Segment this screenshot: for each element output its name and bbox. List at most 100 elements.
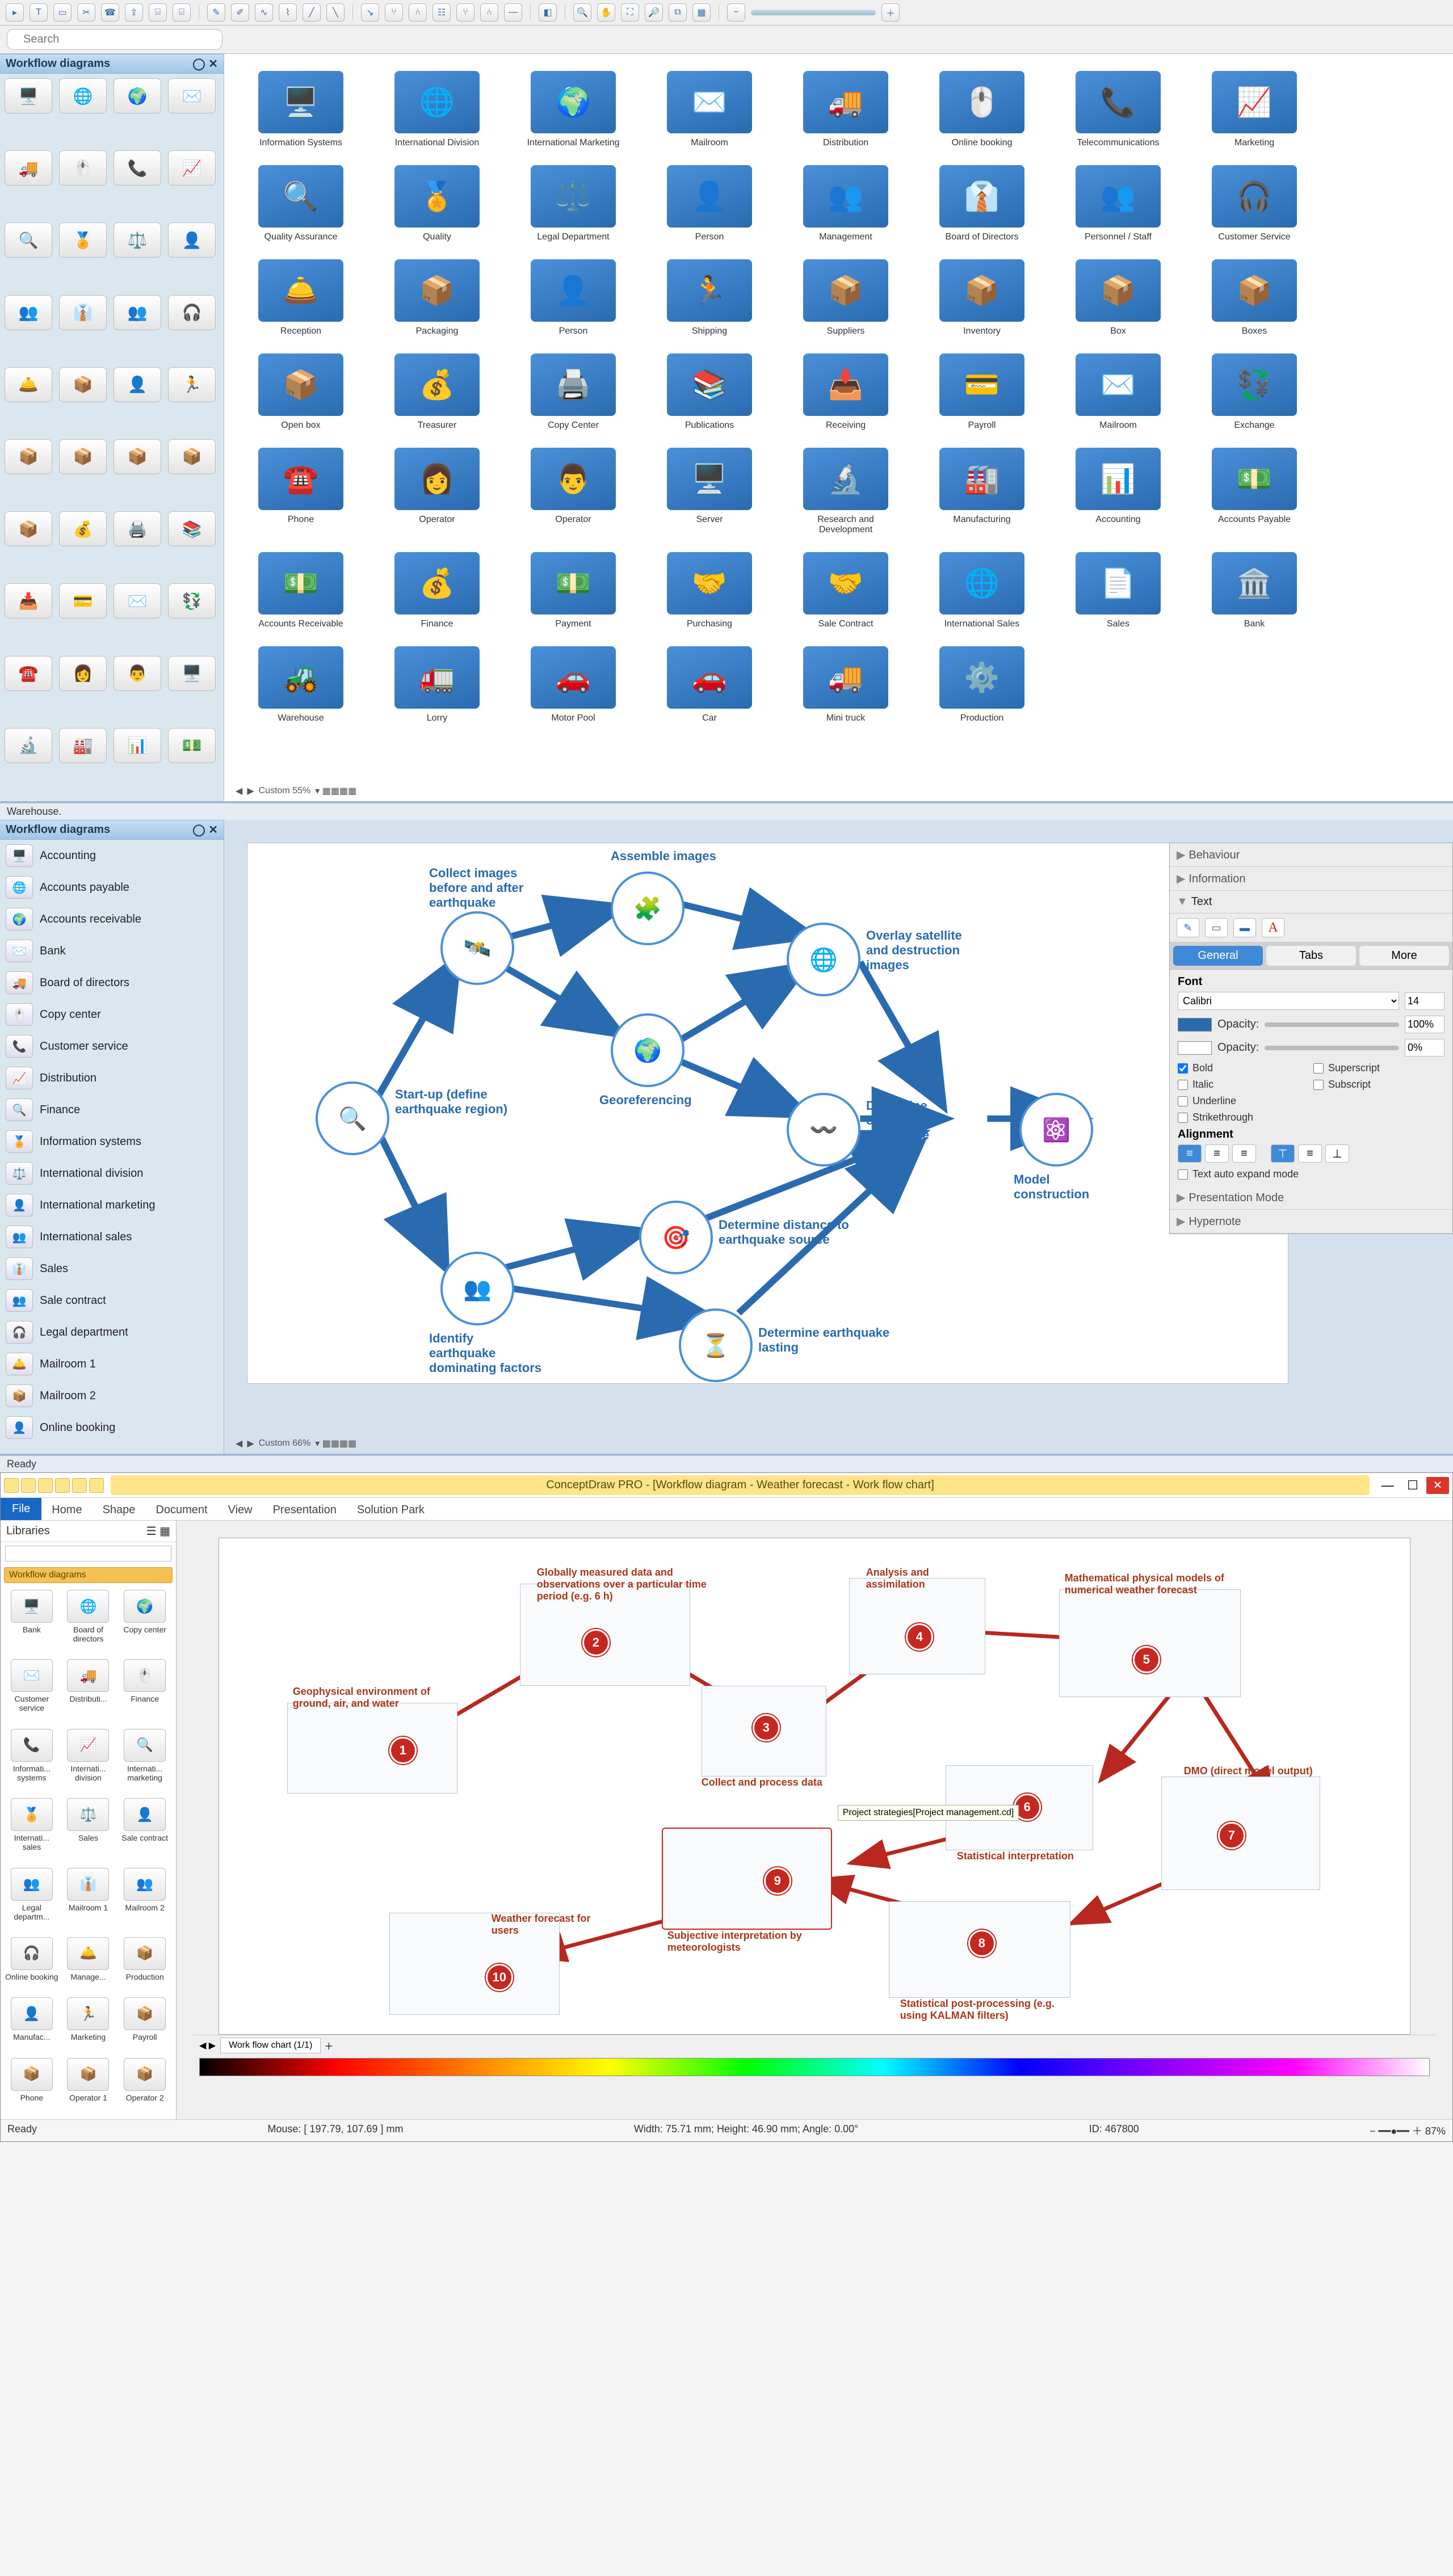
chk-sub[interactable]: Subscript — [1313, 1079, 1444, 1091]
gallery-shape[interactable]: 💵Accounts Payable — [1200, 448, 1308, 535]
palette-list-item[interactable]: 🚚Board of directors — [0, 967, 224, 999]
palette-icon[interactable]: 👨 — [114, 656, 161, 691]
pointer-tool-icon[interactable]: ▸ — [6, 3, 24, 22]
palette-list-item[interactable]: 🎧Legal department — [0, 1316, 224, 1348]
node3-subjective[interactable] — [662, 1828, 832, 1930]
gallery-shape[interactable]: 💵Accounts Receivable — [247, 552, 355, 629]
zoombar-2[interactable]: ◀▶ Custom 66% ▾ ▦▦▦▦ — [236, 1438, 356, 1449]
window-close-icon[interactable]: ✕ — [1426, 1477, 1449, 1494]
chk-autoexpand[interactable]: Text auto expand mode — [1178, 1168, 1444, 1180]
gallery-shape[interactable]: 🚜Warehouse — [247, 646, 355, 723]
net-tool-icon[interactable]: ☷ — [432, 3, 451, 22]
palette-icon[interactable]: 💳 — [59, 583, 107, 618]
libraries-gear-icon[interactable]: ☰ ▦ — [146, 1524, 170, 1538]
library-item[interactable]: 📦Payroll — [118, 1997, 171, 2054]
gallery-shape[interactable]: 🚛Lorry — [383, 646, 491, 723]
gallery-shape[interactable]: 🎧Customer Service — [1200, 165, 1308, 242]
library-item[interactable]: 🌍Copy center — [118, 1590, 171, 1656]
chk-super[interactable]: Superscript — [1313, 1062, 1444, 1074]
gallery-shape[interactable]: 🔬Research and Development — [792, 448, 900, 535]
gallery-shape[interactable]: 🚚Mini truck — [792, 646, 900, 723]
fit-page-icon[interactable]: ⛶ — [621, 3, 639, 22]
polyline-tool-icon[interactable]: ⌇ — [279, 3, 297, 22]
library-item[interactable]: 🚚Distributi... — [62, 1659, 115, 1725]
diagram-area-2[interactable]: 🔍 Start-up (define earthquake region) 🛰️… — [247, 843, 1288, 1384]
color-palette-strip[interactable] — [199, 2058, 1430, 2076]
palette-icon[interactable]: 🚚 — [5, 150, 52, 186]
hand-pan-icon[interactable]: ✋ — [597, 3, 615, 22]
library-item[interactable]: 👥Legal departm... — [5, 1868, 58, 1934]
split2-tool-icon[interactable]: ⑂ — [456, 3, 474, 22]
node-model[interactable]: ⚛️ — [1019, 1093, 1093, 1167]
palette-list-item[interactable]: 🌍Accounts receivable — [0, 903, 224, 935]
palette-icon[interactable]: 📥 — [5, 583, 52, 618]
gallery-shape[interactable]: ✉️Mailroom — [1064, 353, 1172, 431]
palette-list-item[interactable]: 👤Online booking — [0, 1412, 224, 1443]
paint-tool-icon[interactable]: ◧ — [539, 3, 557, 22]
library-item[interactable]: 🌐Board of directors — [62, 1590, 115, 1656]
palette-icon[interactable]: 🖱️ — [59, 150, 107, 186]
library-item[interactable]: 📦Phone — [5, 2058, 58, 2115]
palette-list-item[interactable]: 🏅Information systems — [0, 1126, 224, 1157]
ribbon-tab[interactable]: View — [218, 1499, 263, 1521]
inspector-section-hypernote[interactable]: ▶Hypernote — [1170, 1210, 1452, 1234]
palette-list-item[interactable]: ✉️Bank — [0, 935, 224, 967]
inspector-section-presmode[interactable]: ▶Presentation Mode — [1170, 1186, 1452, 1210]
palette-icon[interactable]: 💱 — [168, 583, 216, 618]
polyline2-tool-icon[interactable]: ╱ — [303, 3, 321, 22]
zoom-in-icon[interactable]: 🔍 — [573, 3, 591, 22]
gallery-shape[interactable]: 👩Operator — [383, 448, 491, 535]
library-item[interactable]: 📞Informati... systems — [5, 1729, 58, 1795]
palette-list-item[interactable]: 📈Distribution — [0, 1062, 224, 1094]
node3-models[interactable] — [1059, 1589, 1241, 1697]
palette-icon[interactable]: 🌐 — [59, 78, 107, 113]
palette-icon[interactable]: 🏭 — [59, 728, 107, 763]
inspector-tab-general[interactable]: General — [1173, 946, 1263, 966]
gallery-shape[interactable]: 🌐International Division — [383, 71, 491, 148]
library-item[interactable]: 📦Operator 1 — [62, 2058, 115, 2115]
gallery-shape[interactable]: 🤝Sale Contract — [792, 552, 900, 629]
add-sheet-icon[interactable]: ＋ — [324, 2039, 333, 2052]
opacity-fill-value[interactable] — [1405, 1016, 1444, 1033]
gallery-shape[interactable]: 📦Open box — [247, 353, 355, 431]
qat-extra-icon[interactable] — [89, 1478, 104, 1493]
workflow-canvas-3[interactable]: 1 Geophysical environment of ground, air… — [177, 1521, 1452, 2119]
qat-icon[interactable] — [4, 1478, 19, 1493]
palette-search-input[interactable] — [7, 29, 222, 50]
inspector-tab-more[interactable]: More — [1359, 946, 1449, 966]
palette-icon[interactable]: 📦 — [168, 439, 216, 474]
palette-icon[interactable]: 🏅 — [59, 222, 107, 258]
palette-icon[interactable]: 📚 — [168, 511, 216, 546]
valign-mid-icon[interactable]: ≡ — [1298, 1144, 1322, 1163]
palette-icon[interactable]: 📦 — [59, 439, 107, 474]
gallery-shape[interactable]: 🏃Shipping — [656, 259, 763, 336]
palette-icon[interactable]: 👩 — [59, 656, 107, 691]
gallery-shape[interactable]: 🖨️Copy Center — [519, 353, 627, 431]
library-item[interactable]: 👥Mailroom 2 — [118, 1868, 171, 1934]
library-item[interactable]: 🔍Internati... marketing — [118, 1729, 171, 1795]
gallery-shape[interactable]: ✉️Mailroom — [656, 71, 763, 148]
palette-icon[interactable]: 📦 — [5, 511, 52, 546]
link-tool-icon[interactable]: ⇪ — [125, 3, 143, 22]
curve-tool-icon[interactable]: ∿ — [255, 3, 273, 22]
library-item[interactable]: 🖥️Bank — [5, 1590, 58, 1656]
node-identify[interactable]: 👥 — [440, 1252, 514, 1325]
palette-icon[interactable]: 🖥️ — [5, 78, 52, 113]
gallery-shape[interactable]: 📄Sales — [1064, 552, 1172, 629]
gallery-shape[interactable]: 💰Treasurer — [383, 353, 491, 431]
node-satellite[interactable]: 🛰️ — [440, 911, 514, 985]
palette-list-item[interactable]: 📦Mailroom 2 — [0, 1380, 224, 1412]
palette-icon[interactable]: 👔 — [59, 295, 107, 330]
library-item[interactable]: 🖱️Finance — [118, 1659, 171, 1725]
gallery-shape[interactable]: 🔍Quality Assurance — [247, 165, 355, 242]
palette-icon[interactable]: 🌍 — [114, 78, 161, 113]
palette-icon[interactable]: ☎️ — [5, 656, 52, 691]
inspector-tab-tabs[interactable]: Tabs — [1266, 946, 1356, 966]
connector-tool-icon[interactable]: ↘ — [361, 3, 379, 22]
gallery-shape[interactable]: ☎️Phone — [247, 448, 355, 535]
palette-list-item[interactable]: 🌐Accounts payable — [0, 872, 224, 903]
palette-icon[interactable]: 🛎️ — [5, 367, 52, 402]
node-overlay[interactable]: 🌐 — [787, 923, 860, 996]
line-tool-icon[interactable]: — — [504, 3, 522, 22]
gallery-shape[interactable]: 📦Inventory — [928, 259, 1036, 336]
